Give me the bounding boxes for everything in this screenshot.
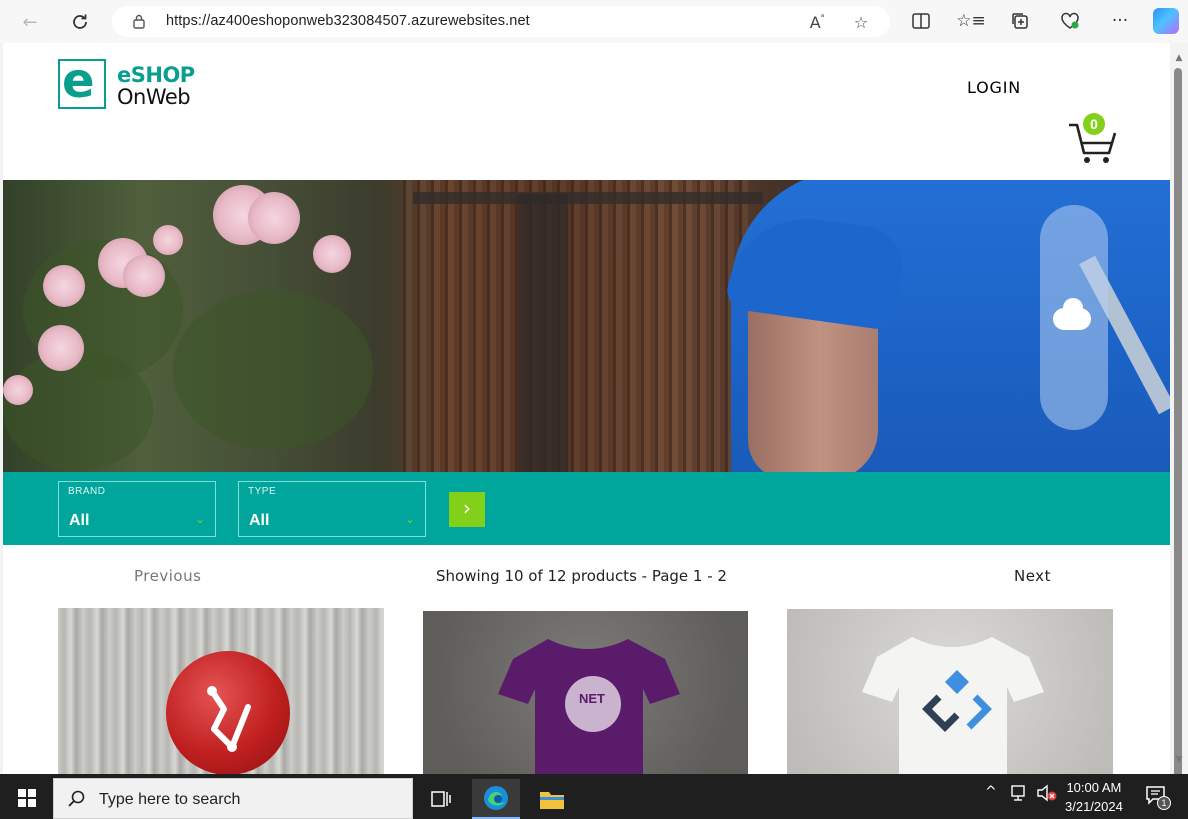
more-menu-icon[interactable]: ··· — [1107, 8, 1133, 34]
cart-count-badge: 0 — [1083, 113, 1105, 135]
filter-bar: BRAND All ⌄ TYPE All ⌄ › — [3, 472, 1170, 545]
windows-taskbar: Type here to search ^ 10:00 AM 3/21/2024… — [0, 774, 1188, 819]
read-aloud-icon[interactable]: Aᵃ — [806, 11, 828, 33]
collections-icon[interactable] — [1007, 8, 1033, 34]
type-select-label: TYPE — [248, 486, 277, 497]
file-explorer-button[interactable] — [528, 779, 576, 819]
hero-post — [518, 194, 568, 472]
chevron-down-icon: ⌄ — [405, 512, 416, 526]
volume-muted-icon[interactable] — [1036, 784, 1058, 802]
product-image-dotnet-tshirt[interactable]: NET — [423, 611, 748, 774]
chevron-down-icon: ⌄ — [195, 512, 206, 526]
edge-icon — [484, 786, 508, 810]
clock-date: 3/21/2024 — [1065, 799, 1123, 814]
show-hidden-icons[interactable]: ^ — [985, 784, 997, 800]
network-icon[interactable] — [1010, 784, 1030, 802]
search-placeholder: Type here to search — [99, 791, 241, 808]
pager-info: Showing 10 of 12 products - Page 1 - 2 — [436, 567, 727, 585]
system-clock[interactable]: 10:00 AM 3/21/2024 — [1065, 778, 1123, 816]
hero-fence — [403, 180, 748, 472]
login-link[interactable]: LOGIN — [967, 78, 1021, 97]
page-scrollbar[interactable]: ▲ ▼ — [1170, 43, 1188, 778]
hero-rail — [413, 192, 763, 204]
clock-time: 10:00 AM — [1066, 780, 1122, 795]
apply-filter-button[interactable]: › — [449, 492, 485, 527]
web-page: e eSHOP OnWeb LOGIN 0 BRAND All ⌄ TYPE A… — [3, 43, 1170, 774]
notification-center-button[interactable]: 1 — [1145, 784, 1171, 810]
windows-start-icon[interactable] — [18, 789, 36, 807]
search-icon — [68, 790, 85, 807]
brand-select-value: All — [69, 512, 90, 529]
refresh-button[interactable] — [66, 8, 94, 36]
copilot-icon[interactable] — [1153, 8, 1179, 34]
white-tshirt-graphic — [862, 637, 1044, 774]
purple-tshirt-graphic: NET — [498, 639, 680, 774]
url-text: https://az400eshoponweb323084507.azurewe… — [166, 13, 530, 29]
hero-banner — [3, 180, 1170, 472]
brand-select[interactable]: BRAND All ⌄ — [58, 481, 216, 537]
logo-letter: e — [62, 53, 95, 109]
folder-icon — [540, 792, 564, 809]
favorite-star-icon[interactable]: ☆ — [850, 11, 872, 33]
refresh-icon — [73, 14, 87, 29]
task-view-icon — [431, 791, 451, 807]
cloud-icon — [1053, 298, 1091, 330]
type-select[interactable]: TYPE All ⌄ — [238, 481, 426, 537]
browser-toolbar: ← https://az400eshoponweb323084507.azure… — [0, 0, 1188, 43]
hero-arm — [748, 305, 878, 472]
back-button[interactable]: ← — [16, 8, 44, 36]
address-bar[interactable]: https://az400eshoponweb323084507.azurewe… — [112, 6, 890, 37]
notification-count-badge: 1 — [1157, 796, 1171, 810]
product-image-white-tshirt[interactable] — [787, 609, 1113, 774]
taskbar-search[interactable]: Type here to search — [53, 778, 413, 819]
edge-taskbar-button[interactable] — [472, 779, 520, 819]
scrollbar-thumb[interactable] — [1174, 68, 1182, 778]
tshirt-print-text: NET — [579, 691, 605, 706]
scroll-down-icon[interactable]: ▼ — [1174, 755, 1184, 765]
logo-onweb-text: OnWeb — [117, 85, 191, 109]
pager-next[interactable]: Next — [1014, 567, 1051, 585]
logo-eshop-text: eSHOP — [117, 63, 195, 87]
pager-previous[interactable]: Previous — [134, 567, 201, 585]
lock-icon — [133, 14, 145, 29]
task-view-button[interactable] — [417, 779, 465, 819]
type-select-value: All — [249, 512, 270, 529]
cart-button[interactable]: 0 — [1067, 113, 1119, 167]
scroll-up-icon[interactable]: ▲ — [1174, 53, 1184, 63]
split-screen-icon[interactable] — [908, 8, 934, 34]
red-mug-graphic — [166, 651, 290, 774]
favorites-icon[interactable]: ☆≡ — [956, 8, 985, 34]
eshop-logo[interactable]: e eSHOP OnWeb — [58, 53, 208, 111]
browser-essentials-icon[interactable] — [1057, 8, 1083, 34]
product-image-mug[interactable] — [58, 608, 384, 774]
brand-select-label: BRAND — [68, 486, 106, 497]
